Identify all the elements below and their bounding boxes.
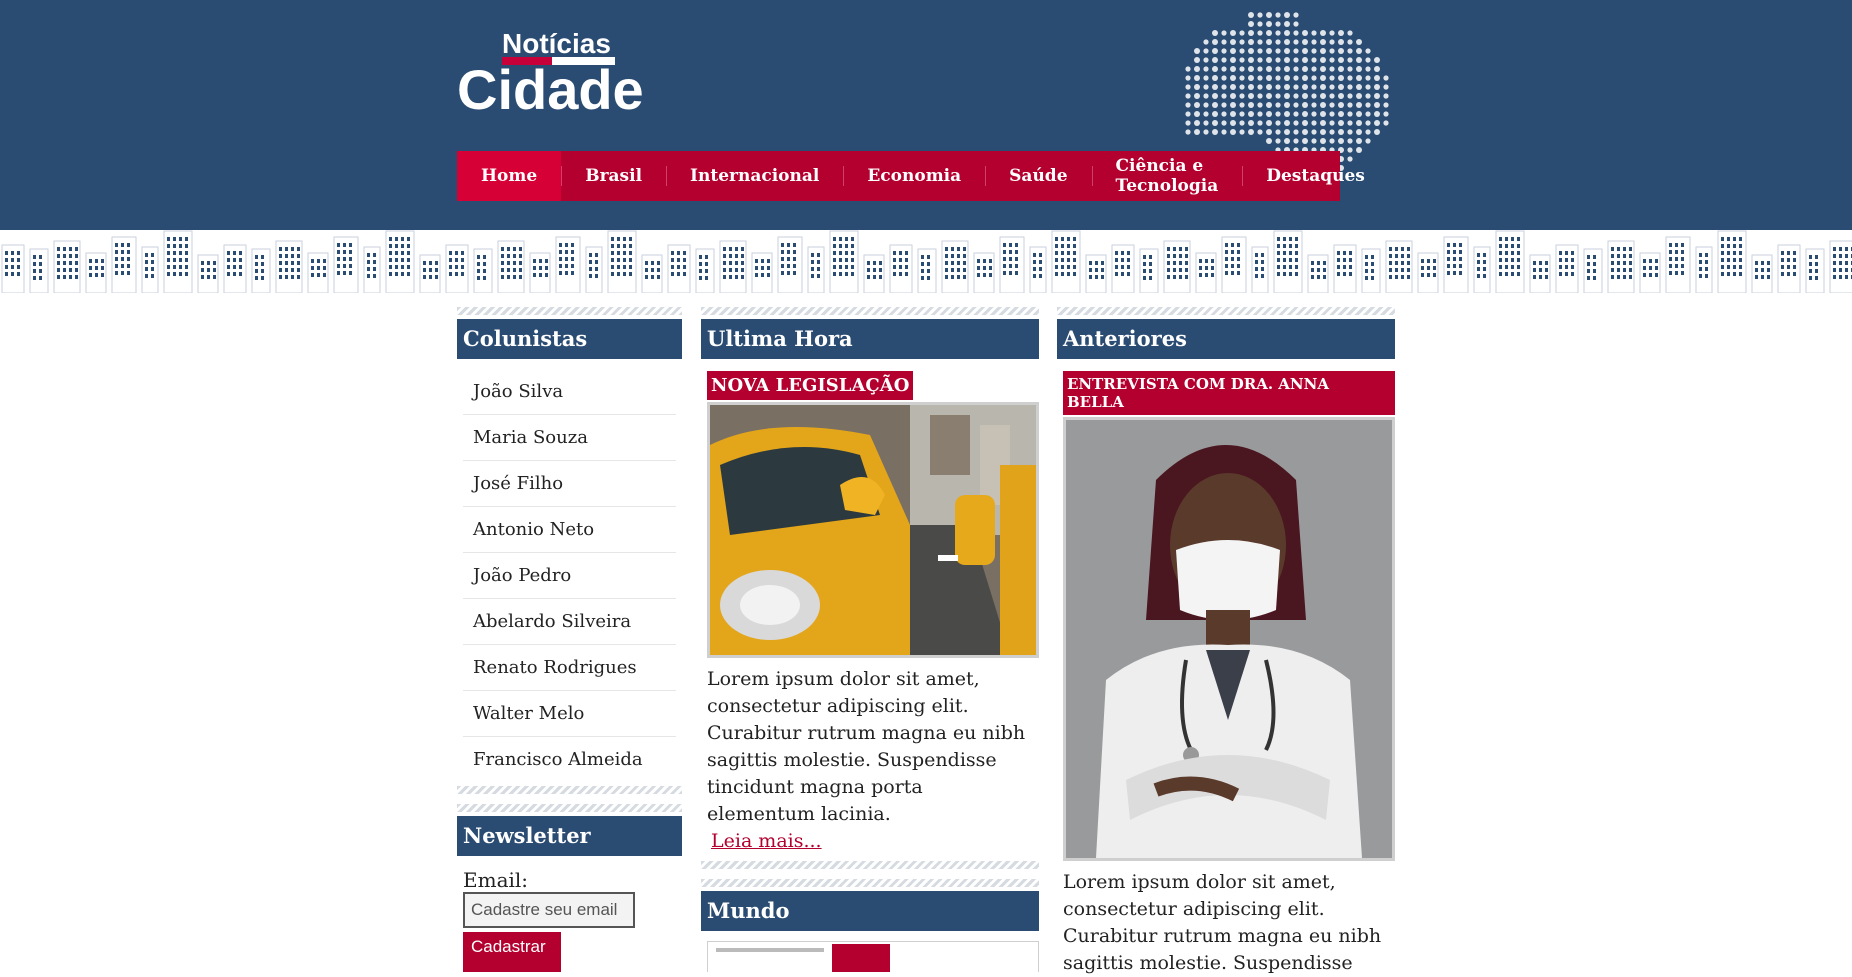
email-field[interactable]: Cadastre seu email — [463, 892, 635, 928]
columnist-link[interactable]: João Pedro — [463, 553, 676, 599]
nav-item-saude[interactable]: Saúde — [985, 151, 1091, 201]
columnist-link[interactable]: Antonio Neto — [463, 507, 676, 553]
taxi-image — [710, 405, 1036, 655]
newsletter-title: Newsletter — [457, 816, 682, 856]
nav-item-destaques[interactable]: Destaques — [1242, 151, 1389, 201]
article-tag: NOVA LEGISLAÇÃO — [707, 371, 914, 400]
anteriores-title: Anteriores — [1057, 319, 1395, 359]
site-logo[interactable]: Notícias Cidade — [457, 28, 657, 118]
logo-big-word: Cidade — [457, 58, 644, 121]
article-excerpt: Lorem ipsum dolor sit amet, consectetur … — [1063, 871, 1382, 974]
doctor-image — [1066, 420, 1392, 858]
middle-column: Ultima Hora NOVA LEGISLAÇÃO Lorem ipsum … — [701, 307, 1039, 972]
columnist-link[interactable]: José Filho — [463, 461, 676, 507]
nav-item-economia[interactable]: Economia — [843, 151, 985, 201]
ultima-hora-title: Ultima Hora — [701, 319, 1039, 359]
article-excerpt: Lorem ipsum dolor sit amet, consectetur … — [707, 668, 1026, 825]
mundo-tab[interactable] — [832, 944, 890, 972]
email-label: Email: — [463, 868, 529, 892]
city-skyline-graphic — [0, 230, 1852, 293]
read-more-link[interactable]: Leia mais... — [711, 830, 822, 852]
logo-small-word: Notícias — [502, 28, 611, 59]
main-nav: Home Brasil Internacional Economia Saúde… — [457, 151, 1365, 201]
columnists-title: Colunistas — [457, 319, 682, 359]
nav-item-ciencia-tecnologia[interactable]: Ciência e Tecnologia — [1091, 151, 1243, 201]
article-tag: ENTREVISTA COM DRA. ANNA BELLA — [1063, 371, 1395, 415]
left-column: Colunistas João Silva Maria Souza José F… — [457, 307, 682, 972]
nav-item-brasil[interactable]: Brasil — [561, 151, 666, 201]
columnist-link[interactable]: João Silva — [463, 369, 676, 415]
taxi-photo[interactable] — [707, 402, 1039, 658]
nav-item-internacional[interactable]: Internacional — [666, 151, 843, 201]
columnist-link[interactable]: Walter Melo — [463, 691, 676, 737]
mundo-title: Mundo — [701, 891, 1039, 931]
nav-item-home[interactable]: Home — [457, 151, 562, 201]
mundo-tabs — [707, 941, 1039, 972]
columnist-link[interactable]: Renato Rodrigues — [463, 645, 676, 691]
submit-button[interactable]: Cadastrar — [463, 932, 561, 972]
columnist-link[interactable]: Maria Souza — [463, 415, 676, 461]
right-column: Anteriores ENTREVISTA COM DRA. ANNA BELL… — [1057, 307, 1395, 977]
columnist-link[interactable]: Abelardo Silveira — [463, 599, 676, 645]
doctor-photo[interactable] — [1063, 417, 1395, 861]
columnist-link[interactable]: Francisco Almeida — [463, 737, 676, 782]
